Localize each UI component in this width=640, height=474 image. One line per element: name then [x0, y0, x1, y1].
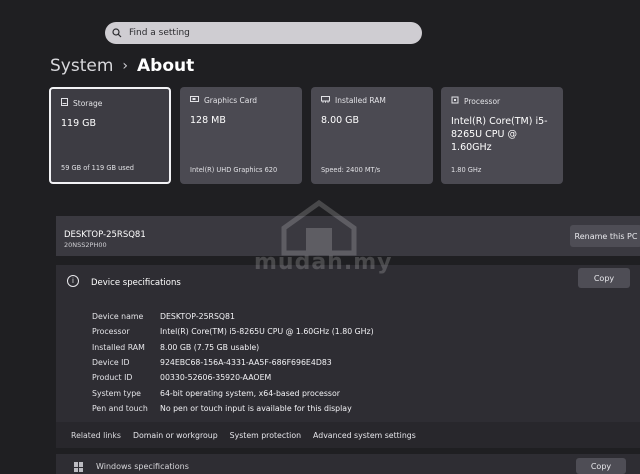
storage-label: Storage: [73, 98, 103, 108]
system-protection-link[interactable]: System protection: [230, 431, 301, 440]
graphics-card-value: 128 MB: [190, 115, 226, 126]
windows-logo-icon: [74, 462, 84, 472]
processor-card[interactable]: Processor Intel(R) Core(TM) i5-8265U CPU…: [441, 87, 563, 184]
rename-pc-button[interactable]: Rename this PC: [570, 225, 640, 247]
spec-key: Installed RAM: [92, 342, 145, 352]
copy-specs-button[interactable]: Copy: [578, 268, 630, 288]
spec-key: Pen and touch: [92, 403, 148, 413]
spec-key: Product ID: [92, 373, 133, 383]
breadcrumb-system[interactable]: System: [50, 56, 113, 76]
advanced-system-settings-link[interactable]: Advanced system settings: [313, 431, 416, 440]
spec-table: Device name DESKTOP-25RSQ81 Processor Inte…: [92, 309, 374, 416]
storage-card[interactable]: Storage 119 GB 59 GB of 119 GB used: [49, 87, 171, 184]
spec-key: Processor: [92, 327, 130, 337]
spec-row: Device name DESKTOP-25RSQ81: [92, 309, 374, 324]
windows-specifications-title[interactable]: Windows specifications: [96, 462, 189, 471]
page-title: About: [137, 56, 195, 76]
spec-row: Product ID 00330-52606-35920-AAOEM: [92, 370, 374, 385]
search-box[interactable]: Find a setting: [105, 22, 422, 44]
graphics-card-card[interactable]: Graphics Card 128 MB Intel(R) UHD Graphi…: [180, 87, 302, 184]
processor-value: Intel(R) Core(TM) i5-8265U CPU @ 1.60GHz: [451, 116, 548, 153]
storage-usage: 59 GB of 119 GB used: [61, 164, 134, 172]
breadcrumb-chevron-icon: ›: [122, 58, 129, 74]
spec-key: Device ID: [92, 358, 130, 368]
windows-specifications-section: Windows specifications Copy: [56, 454, 640, 474]
search-icon: [105, 28, 129, 38]
device-model: 20NSS2PH00: [64, 241, 107, 249]
device-name: DESKTOP-25RSQ81: [64, 230, 146, 240]
info-icon: i: [67, 275, 79, 287]
spec-value: DESKTOP-25RSQ81: [160, 312, 235, 322]
search-input[interactable]: Find a setting: [129, 28, 190, 38]
device-specifications-section: i Device specifications Copy Device name…: [56, 265, 640, 422]
spec-row: Device ID 924EBC68-156A-4331-AA5F-686F696…: [92, 355, 374, 370]
spec-row: System type 64-bit operating system, x64-…: [92, 385, 374, 400]
related-links-label: Related links: [71, 430, 121, 440]
copy-windows-specs-button[interactable]: Copy: [576, 458, 626, 474]
processor-icon: [451, 96, 459, 106]
spec-value: 8.00 GB (7.75 GB usable): [160, 342, 260, 352]
spec-key: Device name: [92, 312, 144, 322]
graphics-card-name: Intel(R) UHD Graphics 620: [190, 166, 278, 174]
domain-workgroup-link[interactable]: Domain or workgroup: [133, 431, 218, 440]
spec-key: System type: [92, 388, 141, 398]
device-panel: DESKTOP-25RSQ81 20NSS2PH00 Rename this P…: [56, 216, 640, 256]
spec-value: 924EBC68-156A-4331-AA5F-686F696E4D83: [160, 358, 332, 368]
ram-card[interactable]: Installed RAM 8.00 GB Speed: 2400 MT/s: [311, 87, 433, 184]
ram-icon: [321, 96, 330, 105]
breadcrumb: System › About: [50, 56, 194, 76]
spec-value: No pen or touch input is available for t…: [160, 403, 352, 413]
processor-speed: 1.80 GHz: [451, 166, 482, 174]
spec-row: Installed RAM 8.00 GB (7.75 GB usable): [92, 340, 374, 355]
spec-row: Pen and touch No pen or touch input is av…: [92, 401, 374, 416]
processor-label: Processor: [464, 96, 501, 106]
storage-icon: [61, 98, 68, 108]
ram-label: Installed RAM: [335, 96, 386, 105]
storage-value: 119 GB: [61, 118, 97, 129]
spec-value: Intel(R) Core(TM) i5-8265U CPU @ 1.60GHz…: [160, 327, 374, 337]
device-specifications-title[interactable]: Device specifications: [91, 278, 181, 288]
spec-value: 64-bit operating system, x64-based proce…: [160, 388, 340, 398]
ram-value: 8.00 GB: [321, 115, 360, 126]
spec-row: Processor Intel(R) Core(TM) i5-8265U CPU …: [92, 324, 374, 339]
graphics-card-label: Graphics Card: [204, 96, 258, 105]
graphics-card-icon: [190, 96, 199, 105]
spec-value: 00330-52606-35920-AAOEM: [160, 373, 272, 383]
related-links-bar: Related links Domain or workgroup System…: [56, 422, 640, 448]
ram-speed: Speed: 2400 MT/s: [321, 166, 381, 174]
